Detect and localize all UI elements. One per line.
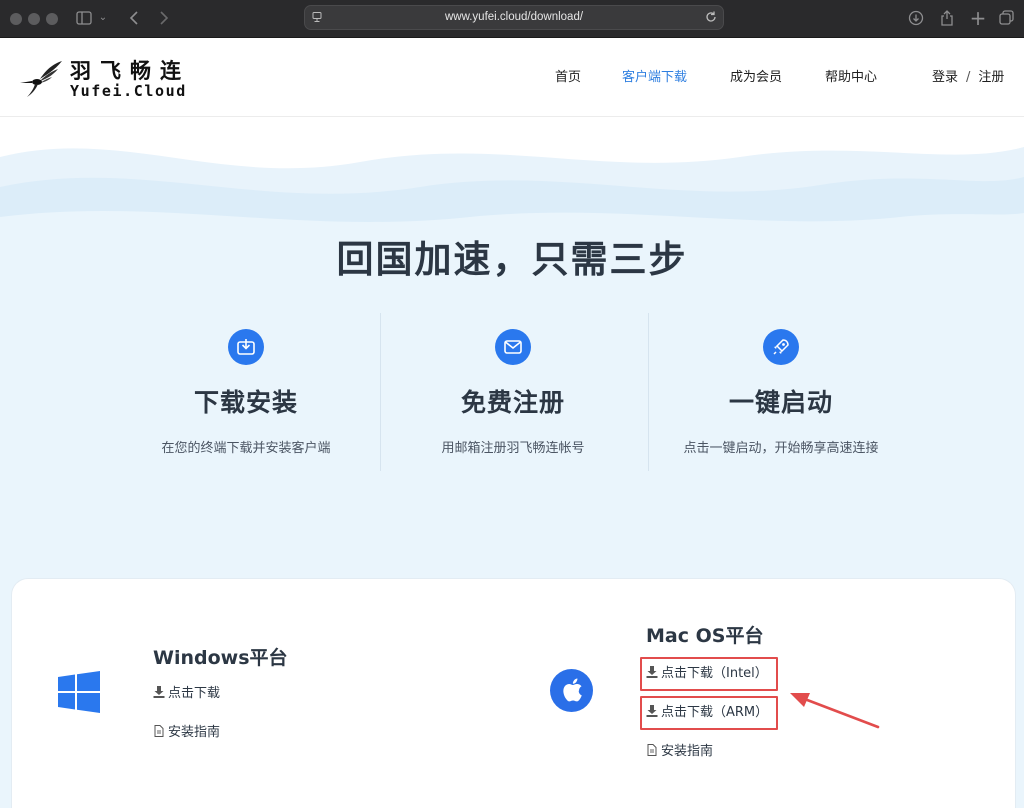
step-title: 免费注册 (460, 388, 565, 417)
mac-install-guide-link[interactable]: 安装指南 (646, 742, 713, 762)
share-icon[interactable] (935, 6, 959, 30)
mac-arm-download-link[interactable]: 点击下载（ARM） (646, 703, 768, 723)
step-one-click-start: 一键启动 点击一键启动，开始畅享高速连接 (647, 329, 915, 479)
windows-logo-icon (58, 671, 100, 713)
hummingbird-logo-icon (20, 61, 62, 97)
hero-title: 回国加速，只需三步 (336, 238, 688, 281)
download-icon (153, 686, 165, 698)
reload-icon[interactable] (704, 10, 718, 24)
logo-chinese-name: 羽飞畅连 (70, 59, 190, 83)
site-header: 羽飞畅连 Yufei.Cloud 首页 客户端下载 成为会员 帮助中心 登录 / 注… (0, 39, 1024, 117)
new-tab-icon[interactable]: + (966, 6, 990, 30)
browser-toolbar: ⌄ www.yufei.cloud/download/ + (0, 0, 1024, 38)
windows-platform-title: Windows平台 (153, 647, 288, 669)
address-bar[interactable]: www.yufei.cloud/download/ (304, 5, 724, 30)
windows-download-link[interactable]: 点击下载 (153, 684, 220, 704)
sidebar-toggle-icon[interactable] (72, 6, 96, 30)
nav-membership[interactable]: 成为会员 (730, 39, 782, 117)
back-icon[interactable] (122, 6, 146, 30)
forward-icon[interactable] (152, 6, 176, 30)
auth-separator: / (966, 70, 971, 85)
address-url: www.yufei.cloud/download/ (444, 11, 584, 23)
site-logo[interactable]: 羽飞畅连 Yufei.Cloud (18, 53, 208, 103)
step-download-install: 下载安装 在您的终端下载并安装客户端 (112, 329, 380, 479)
mac-intel-download-link[interactable]: 点击下载（Intel） (646, 664, 768, 684)
document-icon (647, 744, 657, 756)
rocket-icon (763, 329, 799, 365)
tab-overview-icon[interactable] (994, 6, 1018, 30)
chevron-down-icon[interactable]: ⌄ (96, 6, 110, 30)
step-description: 点击一键启动，开始畅享高速连接 (683, 441, 879, 456)
downloads-icon[interactable] (904, 6, 928, 30)
mac-platform-title: Mac OS平台 (646, 625, 764, 647)
mac-intel-download-label: 点击下载（Intel） (661, 666, 768, 681)
window-zoom-button[interactable] (46, 13, 58, 25)
apple-logo-icon (550, 669, 593, 712)
step-description: 在您的终端下载并安装客户端 (161, 441, 331, 456)
windows-guide-label: 安装指南 (168, 725, 221, 740)
download-icon (646, 705, 658, 717)
mac-guide-label: 安装指南 (661, 744, 714, 759)
download-icon (646, 666, 658, 678)
mac-arm-download-label: 点击下载（ARM） (661, 705, 769, 720)
step-title: 下载安装 (193, 388, 298, 417)
window-close-button[interactable] (10, 13, 22, 25)
annotation-arrow-icon (790, 693, 880, 729)
nav-help-center[interactable]: 帮助中心 (825, 39, 877, 117)
auth-links: 登录 / 注册 (932, 39, 1004, 117)
mail-icon (495, 329, 531, 365)
nav-home[interactable]: 首页 (555, 39, 581, 117)
window-minimize-button[interactable] (28, 13, 40, 25)
step-title: 一键启动 (728, 388, 833, 417)
logo-english-name: Yufei.Cloud (70, 82, 187, 100)
windows-download-label: 点击下载 (168, 686, 221, 701)
download-box-icon (228, 329, 264, 365)
nav-client-download[interactable]: 客户端下载 (622, 39, 687, 117)
step-description: 用邮箱注册羽飞畅连帐号 (441, 441, 585, 456)
step-free-register: 免费注册 用邮箱注册羽飞畅连帐号 (379, 329, 647, 479)
login-link[interactable]: 登录 (932, 70, 958, 85)
windows-install-guide-link[interactable]: 安装指南 (153, 723, 220, 743)
hero-wave-decoration (0, 117, 1024, 247)
document-icon (154, 725, 164, 737)
register-link[interactable]: 注册 (978, 70, 1004, 85)
